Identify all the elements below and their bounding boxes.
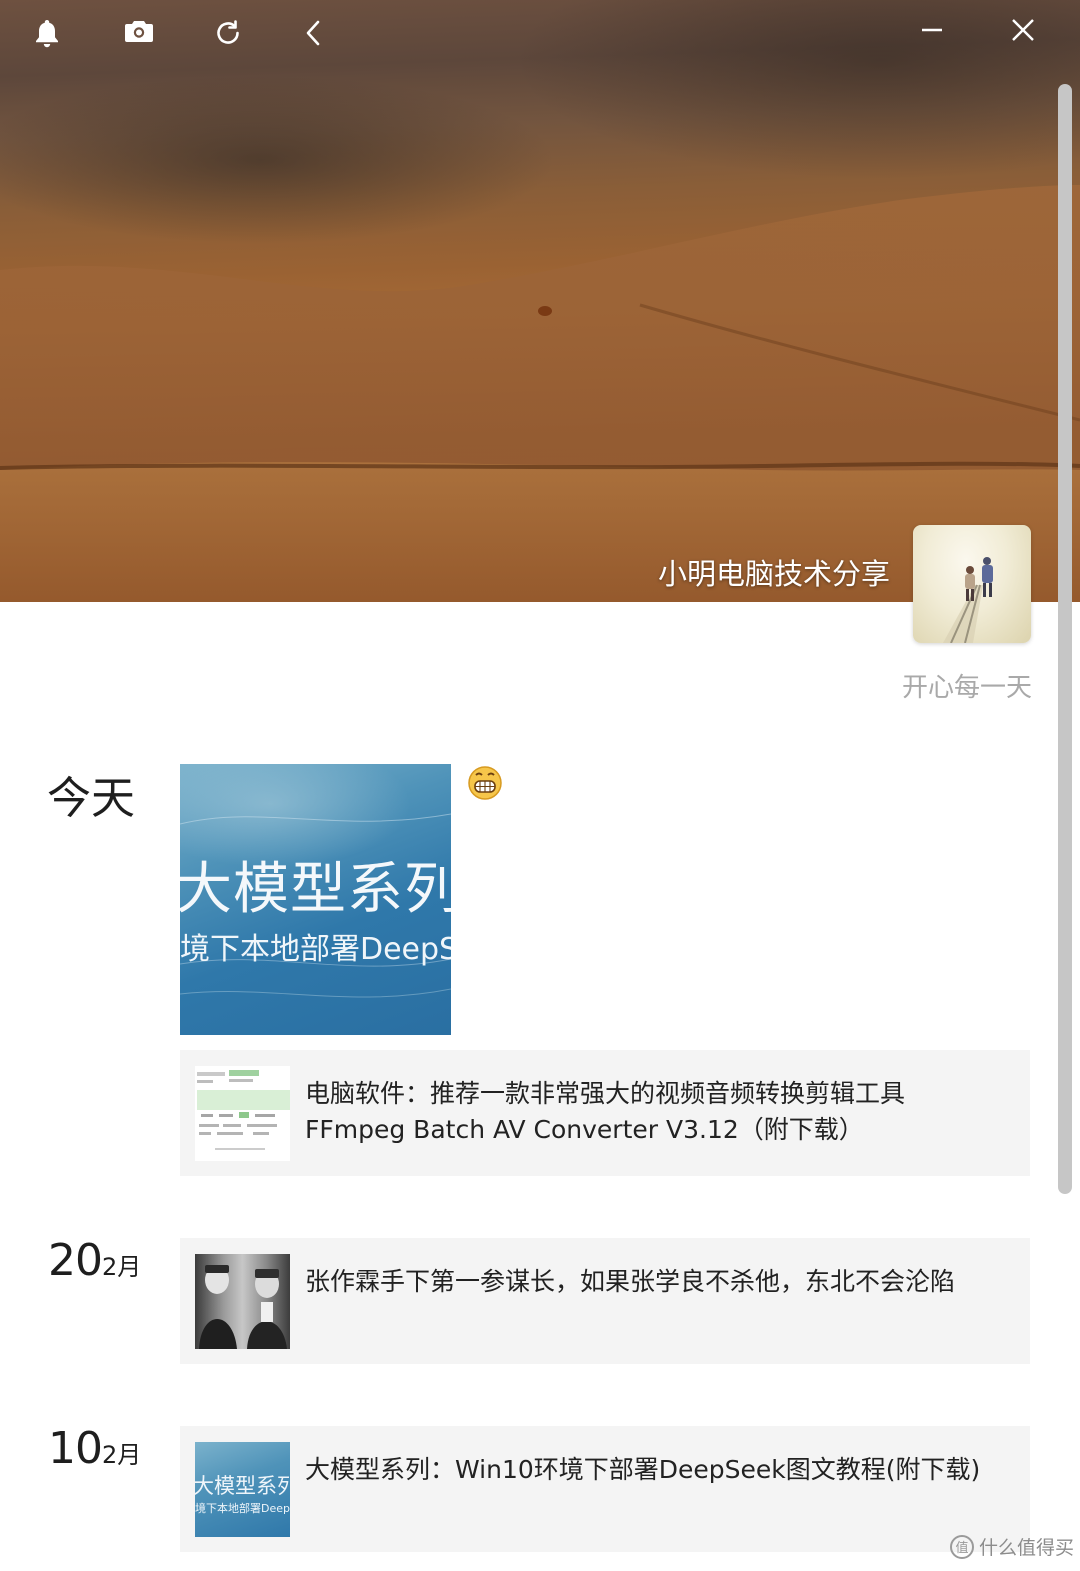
refresh-icon[interactable] — [213, 18, 257, 62]
watermark-text: 什么值得买 — [979, 1537, 1075, 1559]
profile-name[interactable]: 小明电脑技术分享 — [658, 551, 890, 593]
back-icon[interactable] — [303, 18, 347, 62]
avatar[interactable] — [913, 525, 1031, 643]
article-title: 大模型系列：Win10环境下部署DeepSeek图文教程(附下载) — [305, 1455, 981, 1484]
article-card[interactable]: 大模型系列 境下本地部署DeepS 大模型系列：Win10环境下部署DeepSe… — [180, 1426, 1030, 1552]
date-day: 10 — [48, 1423, 103, 1474]
scrollbar[interactable] — [1058, 84, 1072, 1194]
image-post[interactable]: 大模型系列 境下本地部署DeepS — [180, 764, 451, 1035]
profile-signature: 开心每一天 — [901, 673, 1032, 703]
thumbnail-subtitle: 境下本地部署DeepS — [195, 1502, 290, 1515]
thumbnail-title: 大模型系列 — [195, 1474, 290, 1498]
cover-photo[interactable] — [0, 0, 1080, 602]
watermark-logo-icon: 值 — [950, 1534, 974, 1559]
article-title: 电脑软件：推荐一款非常强大的视频音频转换剪辑工具FFmpeg Batch AV … — [305, 1079, 906, 1144]
article-card[interactable]: 张作霖手下第一参谋长，如果张学良不杀他，东北不会沦陷 — [180, 1238, 1030, 1364]
date-label-today: 今天 — [47, 773, 135, 824]
article-thumbnail: 大模型系列 境下本地部署DeepS — [195, 1442, 290, 1537]
date-month: 2月 — [102, 1253, 142, 1281]
article-thumbnail — [195, 1066, 290, 1161]
image-post-title: 大模型系列 — [180, 857, 451, 922]
camera-icon[interactable] — [123, 18, 167, 62]
minimize-icon[interactable] — [920, 18, 964, 62]
grinning-face-icon — [467, 764, 503, 800]
window-toolbar — [0, 18, 1080, 62]
bell-icon[interactable] — [33, 18, 77, 62]
article-thumbnail — [195, 1254, 290, 1349]
close-icon[interactable] — [1011, 18, 1055, 62]
date-day: 20 — [48, 1235, 103, 1286]
date-label: 202月 — [48, 1235, 141, 1286]
article-card[interactable]: 电脑软件：推荐一款非常强大的视频音频转换剪辑工具FFmpeg Batch AV … — [180, 1050, 1030, 1176]
article-title: 张作霖手下第一参谋长，如果张学良不杀他，东北不会沦陷 — [305, 1267, 956, 1296]
date-month: 2月 — [102, 1441, 142, 1469]
scrollbar-thumb[interactable] — [1058, 84, 1072, 1194]
watermark: 值 什么值得买 — [950, 1533, 1074, 1560]
image-post-subtitle: 境下本地部署DeepS — [180, 932, 451, 967]
date-label: 102月 — [48, 1423, 141, 1474]
cover-landscape — [0, 185, 1080, 602]
